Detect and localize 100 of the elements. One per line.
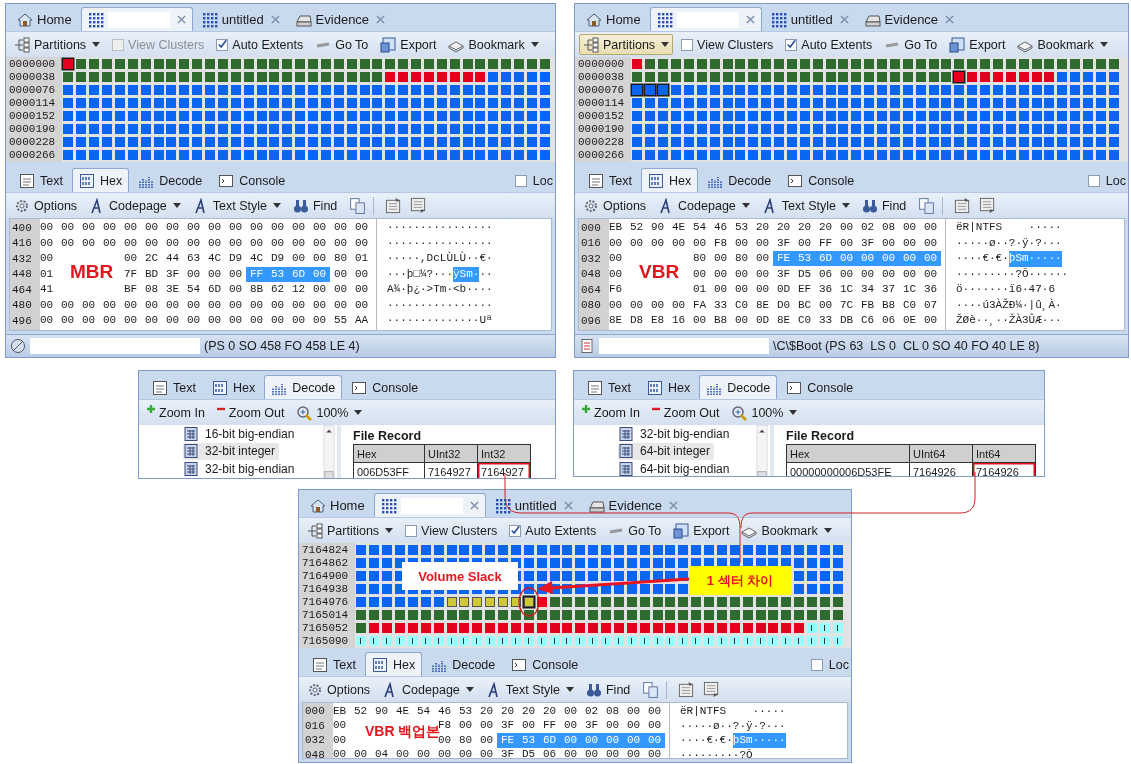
dropdown-button[interactable]: Partitions xyxy=(303,520,398,541)
lock-checkbox[interactable]: Loc xyxy=(514,169,553,192)
checkbox[interactable]: View Clusters xyxy=(677,34,778,55)
toolbar-button[interactable]: Find xyxy=(858,195,911,216)
toolbar-button[interactable]: Zoom Out xyxy=(212,402,289,423)
hex-byte: 00 xyxy=(607,251,624,267)
tree-item[interactable]: 64-bit big-endian xyxy=(618,460,734,476)
view-tab[interactable]: Decode xyxy=(131,168,210,192)
toolbar-button[interactable]: Options xyxy=(303,679,375,700)
checkbox[interactable]: View Clusters xyxy=(401,520,502,541)
hex-byte: 00 xyxy=(185,297,202,313)
document-tab[interactable]: untitled xyxy=(763,7,856,31)
tree-item[interactable]: 32-bit integer xyxy=(183,442,280,460)
document-tab[interactable]: Evidence xyxy=(581,493,686,517)
toolbar-button[interactable]: Options xyxy=(10,195,82,216)
hex-byte: D5 xyxy=(796,266,813,282)
toolbar-button[interactable]: Go To xyxy=(880,34,942,55)
hex-byte: 00 xyxy=(38,313,55,329)
hex-byte: 00 xyxy=(122,235,139,251)
hex-offset: 000 xyxy=(304,704,326,719)
dropdown-button[interactable]: Text Style xyxy=(757,195,854,216)
toolbar-button[interactable]: Go To xyxy=(604,520,666,541)
view-tab[interactable]: Text xyxy=(581,168,639,192)
view-tab[interactable]: Decode xyxy=(699,375,778,399)
view-tab[interactable]: Text xyxy=(145,375,203,399)
ascii-text: ····€·€· xyxy=(680,733,733,748)
toolbar-button[interactable]: Export xyxy=(376,34,441,55)
hex-byte: 3F xyxy=(583,718,600,734)
view-tab[interactable]: Decode xyxy=(700,168,779,192)
tree-item[interactable]: 64-bit integer xyxy=(618,442,715,460)
hex-byte: 3F xyxy=(499,747,516,758)
dropdown-button[interactable]: Partitions xyxy=(579,34,674,55)
view-tab[interactable]: Text xyxy=(580,375,638,399)
view-tab[interactable]: Text xyxy=(12,168,70,192)
view-tab[interactable]: Hex xyxy=(640,168,699,192)
document-tab[interactable]: Home xyxy=(579,7,648,31)
dropdown-button[interactable]: Bookmark xyxy=(444,34,543,55)
hex-byte: 00 xyxy=(164,313,181,329)
view-tab[interactable]: Text xyxy=(305,652,363,676)
hex-byte: 00 xyxy=(206,266,223,282)
document-tab[interactable]: Evidence xyxy=(288,7,393,31)
view-tab[interactable]: Hex xyxy=(71,168,130,192)
hex-byte: 53 xyxy=(794,251,815,267)
view-tab[interactable]: Console xyxy=(344,375,426,399)
hex-byte: 8E xyxy=(607,313,624,329)
tree-item[interactable]: 16-bit big-endian xyxy=(183,425,299,443)
toolbar-button[interactable]: Zoom In xyxy=(143,402,209,423)
toolbar-button[interactable]: Go To xyxy=(311,34,373,55)
checkbox[interactable]: Auto Extents xyxy=(212,34,308,55)
toolbar-button[interactable]: Export xyxy=(945,34,1010,55)
hex-byte: 00 xyxy=(478,747,495,758)
document-tab[interactable]: Home xyxy=(10,7,79,31)
view-tab[interactable]: Hex xyxy=(204,375,263,399)
dropdown-button[interactable]: Codepage xyxy=(85,195,185,216)
hex-byte: 37 xyxy=(880,282,897,298)
tree-item[interactable]: 32-bit big-endian xyxy=(183,460,299,478)
hex-byte: 00 xyxy=(38,251,55,267)
zoom-dropdown[interactable]: 100% xyxy=(727,402,802,423)
dropdown-button[interactable]: Codepage xyxy=(378,679,478,700)
view-tab[interactable]: Console xyxy=(779,375,861,399)
view-tab[interactable]: Console xyxy=(211,168,293,192)
document-tab[interactable]: Home xyxy=(303,493,372,517)
checkbox[interactable]: Auto Extents xyxy=(781,34,877,55)
toolbar-button[interactable]: Find xyxy=(582,679,635,700)
hex-byte: 90 xyxy=(649,220,666,236)
dropdown-button[interactable]: Partitions xyxy=(10,34,105,55)
dropdown-button[interactable]: Codepage xyxy=(654,195,754,216)
hex-offset: 400 xyxy=(11,221,33,234)
hex-byte: 00 xyxy=(122,297,139,313)
document-tab[interactable]: untitled xyxy=(487,493,580,517)
toolbar-button[interactable]: Zoom In xyxy=(578,402,644,423)
zoom-dropdown[interactable]: 100% xyxy=(292,402,367,423)
hex-byte: 00 xyxy=(922,313,939,329)
view-tab[interactable]: Hex xyxy=(639,375,698,399)
hex-offset: 096 xyxy=(580,314,602,327)
toolbar-button[interactable]: Zoom Out xyxy=(647,402,724,423)
document-tab[interactable]: untitled xyxy=(194,7,287,31)
document-tab[interactable]: Evidence xyxy=(857,7,962,31)
hex-offset: 000 xyxy=(580,221,602,234)
hex-byte: 80 xyxy=(332,251,349,267)
toolbar-button[interactable]: Export xyxy=(669,520,734,541)
tree-item[interactable]: 32-bit big-endian xyxy=(618,425,734,443)
dropdown-button[interactable]: Text Style xyxy=(481,679,578,700)
lock-checkbox[interactable]: Loc xyxy=(810,653,849,676)
dropdown-button[interactable]: Text Style xyxy=(188,195,285,216)
view-tab[interactable]: Console xyxy=(504,652,586,676)
lock-checkbox[interactable]: Loc xyxy=(1087,169,1126,192)
hex-byte: C0 xyxy=(733,297,750,313)
checkbox[interactable]: Auto Extents xyxy=(505,520,601,541)
view-tab[interactable]: Hex xyxy=(364,652,423,676)
toolbar-button[interactable]: Options xyxy=(579,195,651,216)
toolbar-button[interactable]: Find xyxy=(289,195,342,216)
view-tab[interactable]: Decode xyxy=(424,652,503,676)
hex-byte: 00 xyxy=(581,732,602,748)
dropdown-button[interactable]: Bookmark xyxy=(1013,34,1112,55)
hex-byte: 34 xyxy=(859,282,876,298)
hex-byte: 00 xyxy=(332,282,349,298)
view-tab[interactable]: Console xyxy=(780,168,862,192)
dropdown-button[interactable]: Bookmark xyxy=(737,520,836,541)
view-tab[interactable]: Decode xyxy=(264,375,343,399)
